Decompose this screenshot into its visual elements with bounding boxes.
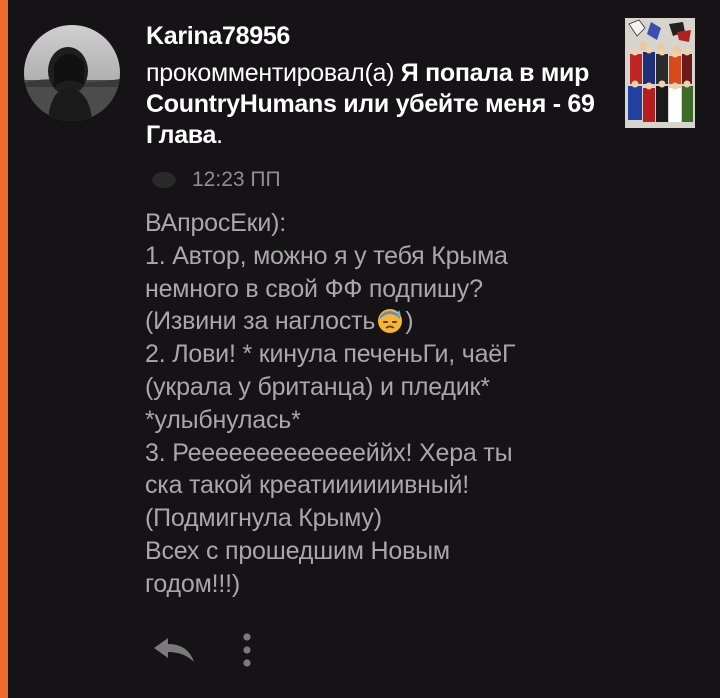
comment-actions [150, 632, 254, 668]
comment-line: немного в свой ФФ подпишу? [145, 274, 483, 303]
title-end-punct: . [216, 121, 223, 149]
comment-line: ВАпросЕки): [145, 209, 287, 237]
comment-headline: прокомментировал(а) Я попала в мир Count… [146, 58, 606, 151]
more-vertical-icon[interactable] [240, 632, 254, 668]
comment-line-with-emoji: (Извини за наглость ) [145, 305, 615, 338]
avatar[interactable] [24, 25, 120, 121]
reply-icon[interactable] [150, 635, 196, 665]
downcast-face-with-sweat-emoji [378, 309, 403, 334]
comment-line: *улыбнулась* [145, 405, 301, 434]
comment-line: 1. Автор, можно я у тебя Крыма [145, 241, 508, 270]
comment-line: 3. Реееееееееееееййх! Хера ты [145, 438, 513, 467]
comment-line-part: ) [405, 307, 414, 336]
accent-bar [0, 0, 8, 698]
comment-line: ска такой креатиииииивный! [145, 471, 470, 500]
clock-icon [152, 172, 176, 188]
post-thumbnail[interactable] [625, 18, 695, 128]
comment-line: годом!!!) [145, 569, 240, 598]
comment-line: 2. Лови! * кинула печеньГи, чаёГ [145, 340, 516, 369]
comment-body: ВАпросЕки): 1. Автор, можно я у тебя Кры… [145, 207, 615, 601]
timestamp-row: 12:23 ПП [150, 166, 281, 194]
comment-line-part: (Извини за наглость [145, 307, 376, 336]
comment-line: (украла у британца) и пледик* [145, 372, 490, 401]
comment-line: Всех с прошедшим Новым [145, 536, 450, 565]
username[interactable]: Karina78956 [146, 22, 290, 51]
action-verb: прокомментировал(а) [146, 59, 395, 87]
comment-line: (Подмигнула Крыму) [145, 504, 382, 533]
comment-time: 12:23 ПП [192, 168, 281, 191]
